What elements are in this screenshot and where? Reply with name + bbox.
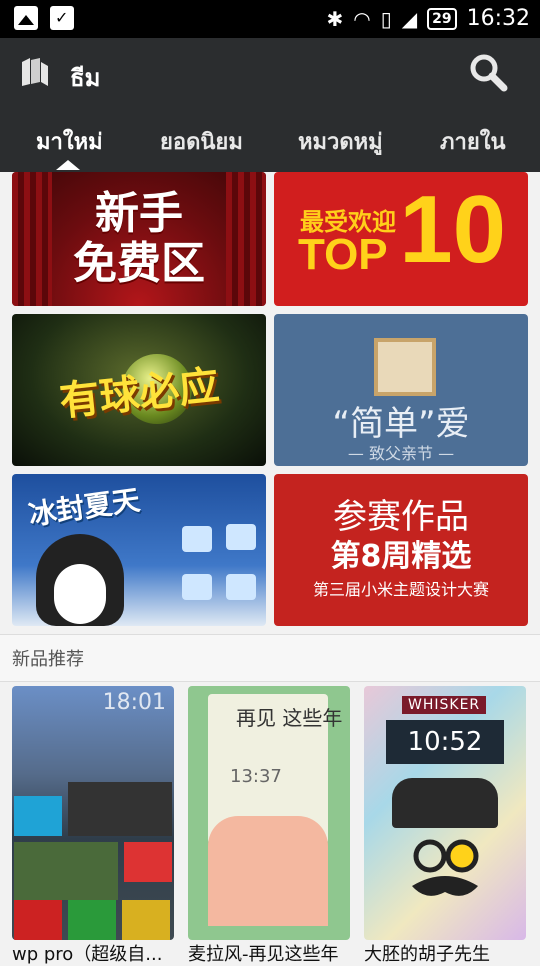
app-bar: ธีม มาใหม่ ยอดนิยม หมวดหมู่ ภายใน — [0, 38, 540, 172]
banner-top10-big: TOP — [298, 230, 388, 279]
top-hat-icon — [392, 778, 498, 828]
curtain-right — [226, 172, 266, 306]
banner-top10-num: 10 — [399, 176, 506, 283]
tab-new[interactable]: มาใหม่ — [36, 124, 103, 159]
theme-preview-time: 10:52 — [386, 720, 504, 764]
bluetooth-icon: ✱ — [326, 6, 344, 31]
theme-preview-brand: WHISKER — [402, 696, 487, 714]
wifi-icon: ◠ — [353, 6, 371, 31]
banner-contest-week: 第8周精选 — [330, 539, 472, 574]
banner-ice-summer-text: 冰封夏天 — [26, 483, 142, 532]
photo-frame-icon — [374, 338, 436, 396]
theme-name[interactable]: wp pro（超级自... — [12, 940, 178, 966]
sms-tile-icon — [122, 900, 170, 940]
ice-block-icon — [182, 526, 212, 552]
banner-newbie-line1: 新手 — [95, 188, 183, 239]
theme-preview-time: 13:37 — [230, 766, 282, 787]
active-tab-indicator — [56, 160, 80, 170]
banner-football[interactable]: 有球必应 — [12, 314, 266, 466]
banner-newbie-line2: 免费区 — [73, 238, 205, 289]
status-bar: ✱ ◠ ▯ ◢ 29 16:32 — [0, 0, 540, 38]
phone-tile-icon — [68, 900, 116, 940]
clock: 16:32 — [466, 6, 530, 31]
theme-preview-clock: 18:01 — [102, 690, 166, 715]
theme-name[interactable]: 麦拉风-再见这些年 — [188, 940, 354, 966]
ice-block-icon — [182, 574, 212, 600]
weibo-tile-icon — [14, 900, 62, 940]
chat-tile-icon — [124, 842, 172, 882]
banner-football-text: 有球必应 — [57, 362, 222, 426]
theme-name[interactable]: 大胚的胡子先生 — [364, 940, 530, 966]
penguin-icon — [36, 534, 124, 626]
image-icon — [14, 6, 38, 30]
curtain-left — [12, 172, 52, 306]
banner-fathers-day-text: “简单”爱 — [332, 404, 470, 444]
banner-top10[interactable]: 最受欢迎 TOP 10 — [274, 172, 528, 306]
bag-check-icon — [50, 6, 74, 30]
banner-newbie-text: 新手 免费区 — [73, 189, 205, 289]
banner-newbie-free[interactable]: 新手 免费区 — [12, 172, 266, 306]
battery-indicator: 29 — [427, 7, 457, 30]
music-tile — [68, 782, 172, 836]
themes-logo-icon — [22, 58, 48, 86]
vibrate-icon: ▯ — [380, 6, 392, 31]
ice-block-icon — [226, 524, 256, 550]
theme-preview-text: 再见 这些年 — [236, 706, 343, 730]
signal-icon: ◢ — [401, 6, 418, 31]
tab-categories[interactable]: หมวดหมู่ — [298, 124, 383, 159]
section-title: 新品推荐 — [12, 649, 84, 670]
banner-contest-sub: 第三届小米主题设计大赛 — [312, 580, 489, 599]
tab-local[interactable]: ภายใน — [440, 124, 506, 159]
tab-popular[interactable]: ยอดนิยม — [160, 124, 243, 159]
banner-contest-title: 参赛作品 — [333, 497, 469, 537]
theme-card-wp-pro[interactable]: 18:01 — [12, 686, 174, 940]
tab-bar: มาใหม่ ยอดนิยม หมวดหมู่ ภายใน — [0, 122, 540, 172]
mustache-face-icon — [412, 839, 479, 896]
banner-ice-summer[interactable]: 冰封夏天 — [12, 474, 266, 626]
banner-contest[interactable]: 参赛作品 第8周精选 第三届小米主题设计大赛 — [274, 474, 528, 626]
section-header-new-recommend: 新品推荐 — [0, 634, 540, 682]
banner-fathers-day-sub: — 致父亲节 — — [347, 444, 455, 463]
theme-card-mailafeng[interactable]: 再见 这些年 13:37 — [188, 686, 350, 940]
search-icon[interactable] — [468, 52, 508, 92]
theme-card-whisker[interactable]: WHISKER 10:52 — [364, 686, 526, 940]
camera-tile — [14, 842, 118, 900]
mail-tile-icon — [14, 796, 62, 836]
cartoon-kids-icon — [208, 816, 328, 926]
app-title: ธีม — [70, 65, 101, 92]
ice-block-icon — [226, 574, 256, 600]
banner-fathers-day[interactable]: “简单”爱 — 致父亲节 — — [274, 314, 528, 466]
